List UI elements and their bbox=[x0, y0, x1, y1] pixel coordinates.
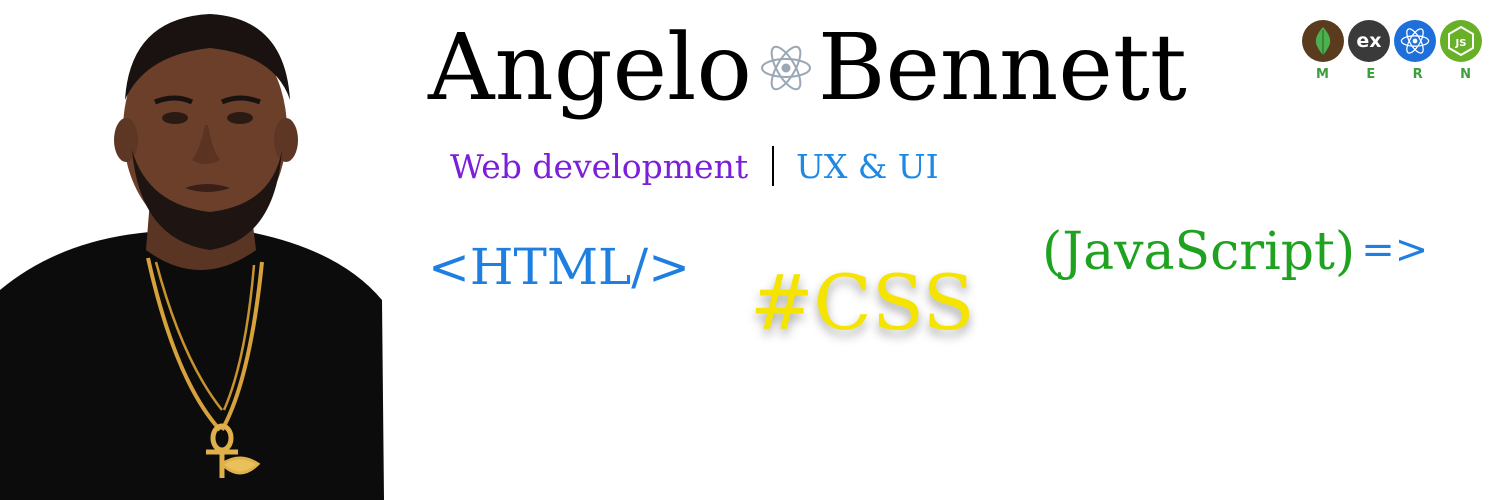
mern-stack-badge: ex JS M E R N bbox=[1302, 20, 1484, 90]
tagline: Web development UX & UI bbox=[450, 146, 939, 186]
arrow-function-icon: => bbox=[1361, 227, 1429, 273]
mern-letters: M E R N bbox=[1302, 67, 1484, 82]
mern-letter-r: R bbox=[1412, 67, 1424, 82]
mern-letter-n: N bbox=[1460, 67, 1472, 82]
tagline-web-development: Web development bbox=[450, 146, 749, 186]
tagline-ux-ui: UX & UI bbox=[796, 146, 939, 186]
javascript-skill-text: (JavaScript) => bbox=[1042, 222, 1428, 282]
nodejs-hexagon-icon: JS bbox=[1440, 20, 1482, 62]
javascript-label: (JavaScript) bbox=[1042, 222, 1356, 282]
tagline-divider bbox=[772, 146, 775, 186]
mongodb-leaf-icon bbox=[1302, 20, 1344, 62]
express-icon: ex bbox=[1348, 20, 1390, 62]
portrait-photo bbox=[0, 14, 384, 500]
react-atom-icon bbox=[760, 45, 811, 91]
nodejs-label: JS bbox=[1455, 38, 1467, 49]
css-skill-text: #CSS bbox=[750, 258, 975, 347]
first-name: Angelo bbox=[428, 14, 752, 121]
name-heading: Angelo Bennett bbox=[428, 22, 1187, 114]
mern-letter-e: E bbox=[1366, 67, 1377, 82]
react-atom-icon bbox=[1394, 20, 1436, 62]
html-skill-text: <HTML/> bbox=[428, 238, 690, 296]
last-name: Bennett bbox=[817, 14, 1187, 121]
mern-letter-m: M bbox=[1316, 67, 1330, 82]
